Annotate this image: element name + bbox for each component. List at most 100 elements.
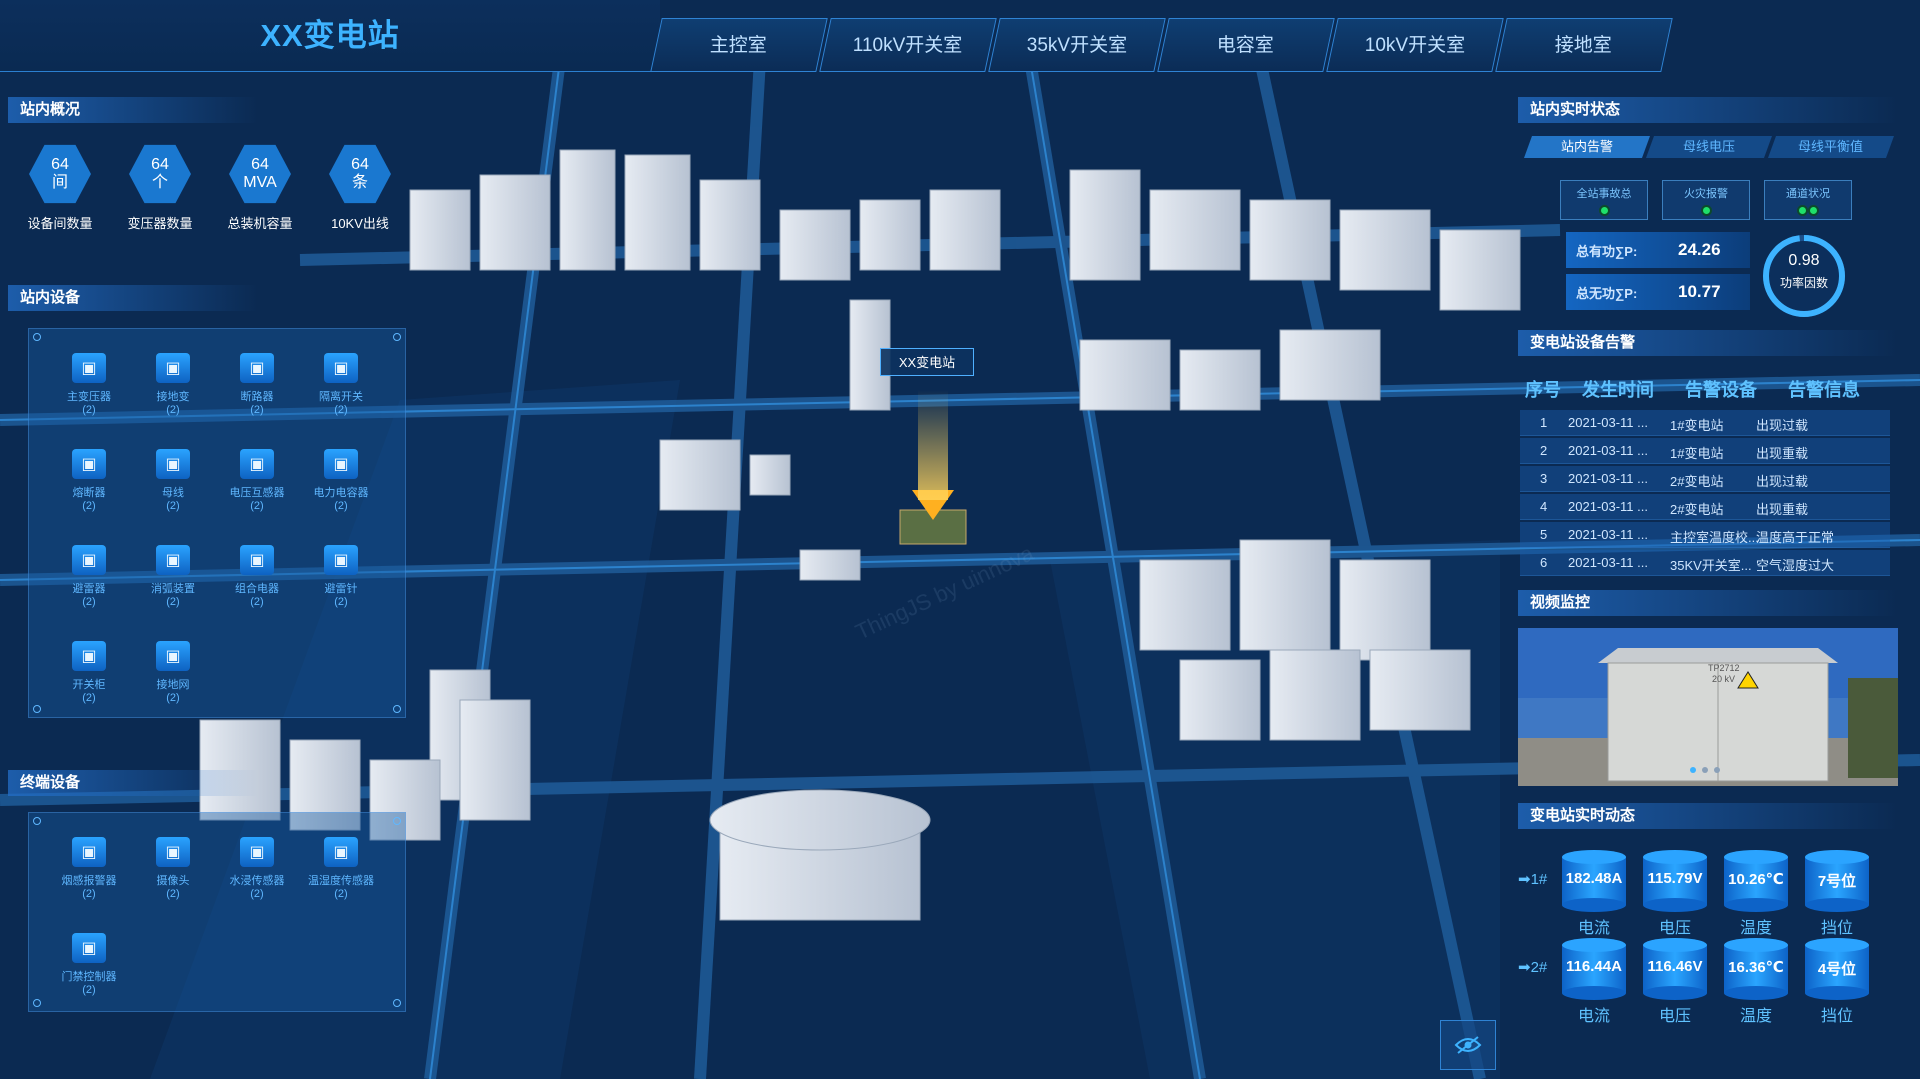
overview-label: 总装机容量 bbox=[227, 216, 293, 231]
dynamics-cylinder: 4号位 bbox=[1805, 938, 1869, 1000]
alarm-row[interactable]: 1 2021-03-11 ... 1#变电站 出现过载 bbox=[1520, 410, 1890, 436]
cylinder-bottom bbox=[1643, 986, 1707, 1000]
device-item[interactable]: ▣ 接地变 (2) bbox=[131, 353, 215, 416]
cylinder-top bbox=[1643, 850, 1707, 864]
total-active-power: 总有功∑P: 24.26 bbox=[1566, 232, 1750, 268]
status-ok-indicator bbox=[1808, 205, 1819, 216]
subtab-bus-balance[interactable]: 母线平衡值 bbox=[1767, 136, 1895, 158]
overview-value: 64 bbox=[51, 156, 69, 173]
status-ok-indicator bbox=[1700, 205, 1712, 216]
cylinder-top bbox=[1724, 938, 1788, 952]
subtab-bus-voltage[interactable]: 母线电压 bbox=[1645, 136, 1773, 158]
device-count: (2) bbox=[166, 888, 180, 900]
device-name: 避雷器 bbox=[72, 583, 106, 595]
alarm-cell: 2#变电站 bbox=[1670, 474, 1724, 489]
dynamics-value: 182.48A bbox=[1565, 870, 1623, 887]
dynamics-label: 挡位 bbox=[1820, 1008, 1853, 1025]
station-devices-title: 站内设备 bbox=[8, 285, 258, 311]
device-name: 门禁控制器 bbox=[61, 971, 117, 983]
device-item[interactable]: ▣ 母线 (2) bbox=[131, 449, 215, 512]
cylinder-top bbox=[1562, 850, 1626, 864]
alarm-cell: 35KV开关室... bbox=[1670, 558, 1752, 573]
panel-corner bbox=[33, 999, 41, 1007]
dynamics-row-label: ➡1# bbox=[1518, 871, 1548, 888]
grounding-grid-icon: ▣ bbox=[156, 641, 190, 671]
device-item[interactable]: ▣ 烟感报警器 (2) bbox=[47, 837, 131, 900]
device-item[interactable]: ▣ 消弧装置 (2) bbox=[131, 545, 215, 608]
device-item[interactable]: ▣ 组合电器 (2) bbox=[215, 545, 299, 608]
device-count: (2) bbox=[82, 984, 96, 996]
alarm-cell: 1 bbox=[1540, 415, 1548, 430]
device-item[interactable]: ▣ 隔离开关 (2) bbox=[299, 353, 383, 416]
device-item[interactable]: ▣ 接地网 (2) bbox=[131, 641, 215, 704]
cylinder-top bbox=[1562, 938, 1626, 952]
cylinder-bottom bbox=[1562, 898, 1626, 912]
panel-corner bbox=[33, 705, 41, 713]
overview-label: 变压器数量 bbox=[127, 216, 193, 231]
toggle-visibility-button[interactable] bbox=[1440, 1020, 1496, 1070]
device-count: (2) bbox=[82, 596, 96, 608]
device-item[interactable]: ▣ 门禁控制器 (2) bbox=[47, 933, 131, 996]
device-item[interactable]: ▣ 开关柜 (2) bbox=[47, 641, 131, 704]
temp-humidity-sensor-icon: ▣ bbox=[324, 837, 358, 867]
alarm-row[interactable]: 6 2021-03-11 ... 35KV开关室... 空气湿度过大 bbox=[1520, 550, 1890, 576]
status-ok-indicator bbox=[1598, 205, 1610, 216]
tab-35kv-switch-room[interactable]: 35kV开关室 bbox=[988, 18, 1166, 72]
alarm-cell: 2021-03-11 ... bbox=[1568, 471, 1648, 486]
device-item[interactable]: ▣ 主变压器 (2) bbox=[47, 353, 131, 416]
cylinder-bottom bbox=[1643, 898, 1707, 912]
tab-main-control[interactable]: 主控室 bbox=[650, 18, 828, 72]
overview-item: 64 条 10KV出线 bbox=[318, 143, 402, 232]
overview-item: 64 个变压器数量 bbox=[118, 143, 202, 232]
alarm-header-time: 发生时间 bbox=[1582, 380, 1654, 400]
tab-grounding-room[interactable]: 接地室 bbox=[1495, 18, 1673, 72]
cylinder-bottom bbox=[1562, 986, 1626, 1000]
device-item[interactable]: ▣ 电压互感器 (2) bbox=[215, 449, 299, 512]
dynamics-cylinder: 115.79V bbox=[1643, 850, 1707, 912]
overview-hex-icon: 64 条 bbox=[329, 144, 391, 204]
alarm-title: 变电站设备告警 bbox=[1518, 330, 1898, 356]
tab-capacitor-room[interactable]: 电容室 bbox=[1157, 18, 1335, 72]
overview-item: 64 MVA 总装机容量 bbox=[218, 143, 302, 232]
overview-unit: 条 bbox=[351, 174, 368, 191]
alarm-row[interactable]: 3 2021-03-11 ... 2#变电站 出现过载 bbox=[1520, 466, 1890, 492]
dynamics-cylinder: 116.44A bbox=[1562, 938, 1626, 1000]
device-count: (2) bbox=[82, 404, 96, 416]
dynamics-cylinder: 10.26℃ bbox=[1724, 850, 1788, 912]
cylinder-top bbox=[1805, 850, 1869, 864]
device-item[interactable]: ▣ 避雷器 (2) bbox=[47, 545, 131, 608]
device-item[interactable]: ▣ 温湿度传感器 (2) bbox=[299, 837, 383, 900]
tab-10kv-switch-room[interactable]: 10kV开关室 bbox=[1326, 18, 1504, 72]
device-item[interactable]: ▣ 水浸传感器 (2) bbox=[215, 837, 299, 900]
device-item[interactable]: ▣ 电力电容器 (2) bbox=[299, 449, 383, 512]
map-station-callout[interactable]: XX变电站 bbox=[880, 348, 974, 376]
video-feed[interactable] bbox=[1518, 628, 1898, 786]
dynamics-value: 116.46V bbox=[1647, 958, 1703, 975]
panel-corner bbox=[393, 705, 401, 713]
overview-value: 64 bbox=[251, 156, 269, 173]
overview-label: 设备间数量 bbox=[27, 216, 93, 231]
alarm-cell: 3 bbox=[1540, 471, 1548, 486]
device-count: (2) bbox=[250, 888, 264, 900]
alarm-row[interactable]: 2 2021-03-11 ... 1#变电站 出现重载 bbox=[1520, 438, 1890, 464]
station-devices-panel: ▣ 主变压器 (2) ▣ 接地变 (2) ▣ 断路器 (2) ▣ 隔离开关 (2) ▣ 熔断器 (2) ▣ 母线… bbox=[28, 328, 406, 718]
device-item[interactable]: ▣ 熔断器 (2) bbox=[47, 449, 131, 512]
device-item[interactable]: ▣ 摄像头 (2) bbox=[131, 837, 215, 900]
device-item[interactable]: ▣ 避雷针 (2) bbox=[299, 545, 383, 608]
power-value: 10.77 bbox=[1678, 282, 1721, 301]
smoke-detector-icon: ▣ bbox=[72, 837, 106, 867]
cylinder-bottom bbox=[1724, 986, 1788, 1000]
alarm-cell: 出现重载 bbox=[1756, 446, 1809, 461]
access-controller-icon: ▣ bbox=[72, 933, 106, 963]
subtab-station-alarm[interactable]: 站内告警 bbox=[1523, 136, 1651, 158]
device-item[interactable]: ▣ 断路器 (2) bbox=[215, 353, 299, 416]
grounding-transformer-icon: ▣ bbox=[156, 353, 190, 383]
tab-110kv-switch-room[interactable]: 110kV开关室 bbox=[819, 18, 997, 72]
alarm-row[interactable]: 4 2021-03-11 ... 2#变电站 出现重载 bbox=[1520, 494, 1890, 520]
power-label: 总有功∑P: bbox=[1576, 243, 1638, 259]
device-name: 摄像头 bbox=[156, 875, 190, 887]
dynamics-value: 4号位 bbox=[1817, 961, 1857, 978]
dynamics-value: 116.44A bbox=[1566, 958, 1622, 975]
alarm-cell: 6 bbox=[1540, 555, 1548, 570]
alarm-row[interactable]: 5 2021-03-11 ... 主控室温度校... 温度高于正常 bbox=[1520, 522, 1890, 548]
